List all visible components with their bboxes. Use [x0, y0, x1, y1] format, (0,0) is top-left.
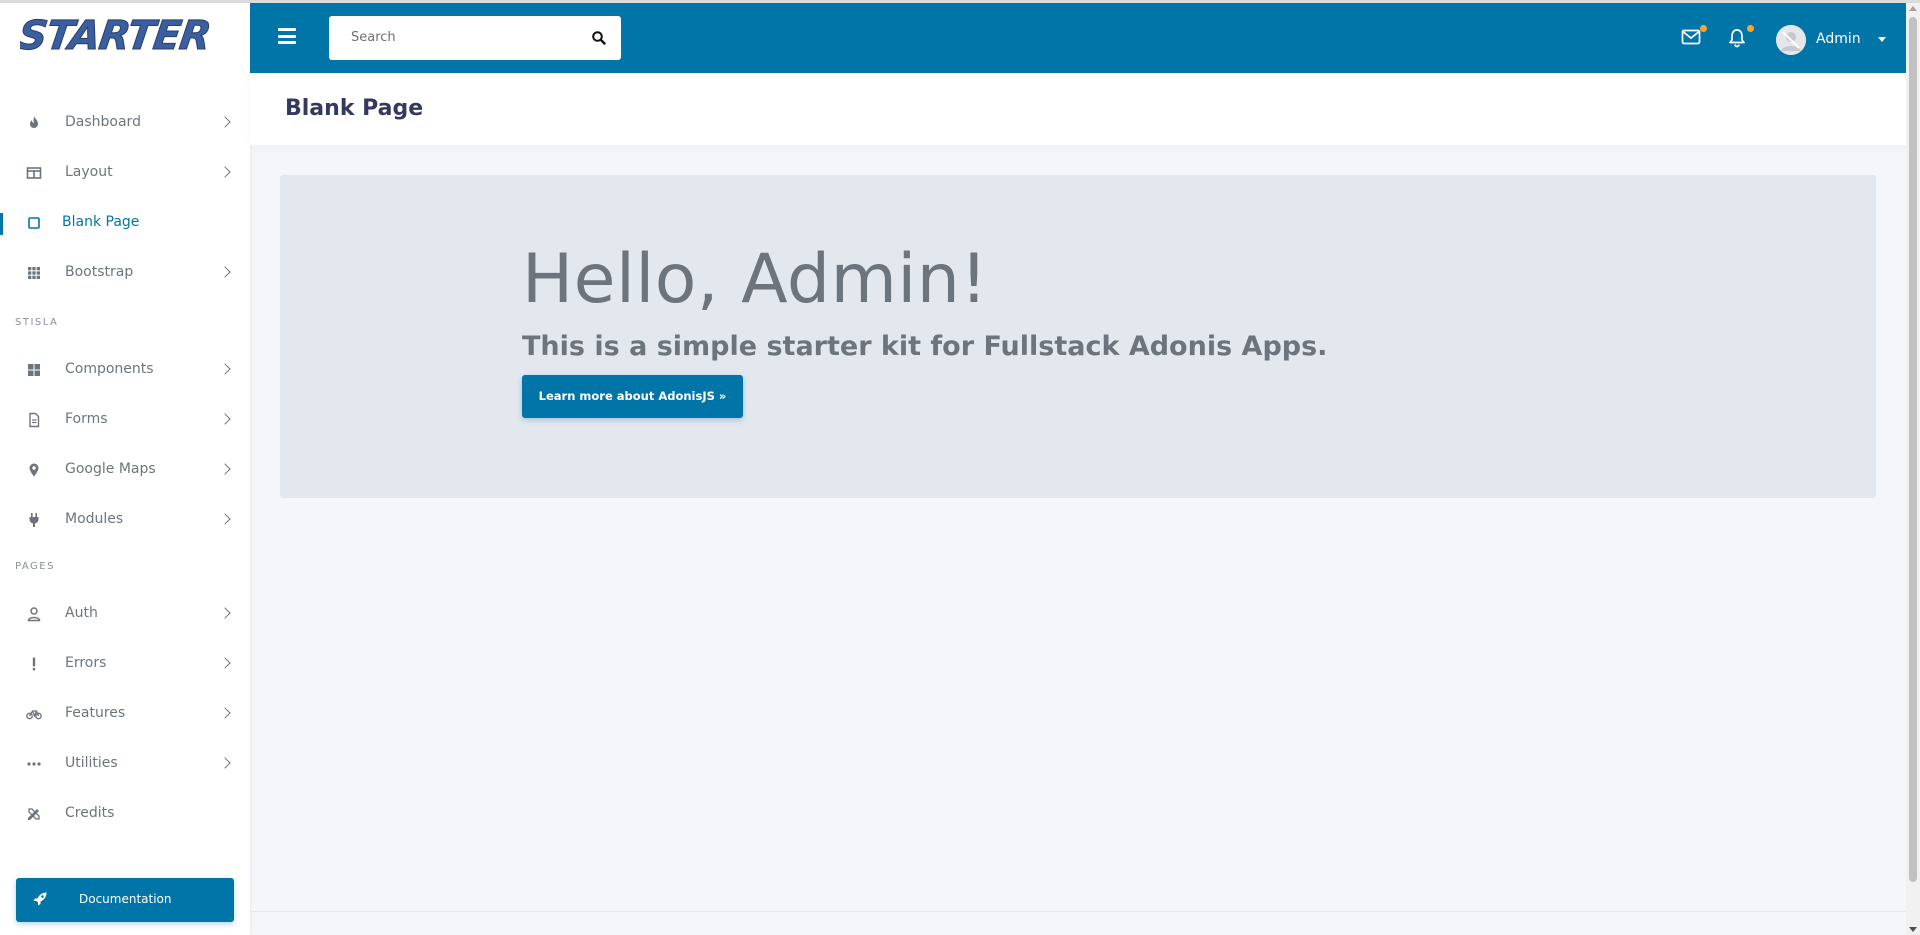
brand-logo[interactable]: STARTER: [20, 11, 230, 56]
messages-button[interactable]: [1681, 25, 1707, 48]
search-box: [329, 16, 621, 60]
plug-icon: [29, 513, 39, 527]
footer-divider: [250, 911, 1906, 912]
user-name: Admin: [1816, 31, 1861, 47]
grid-icon: [28, 267, 40, 279]
th-large-icon: [28, 364, 40, 376]
sidebar: STARTER Dashboard Layout Blank Page Boot…: [0, 3, 250, 935]
sidebar-item-label: Features: [65, 705, 126, 721]
bicycle-icon: [26, 710, 42, 720]
sidebar-item-forms[interactable]: Forms: [0, 400, 250, 440]
hamburger-icon[interactable]: [278, 28, 296, 44]
sidebar-item-blank-page[interactable]: Blank Page: [0, 203, 250, 243]
scrollbar-thumb[interactable]: [1909, 17, 1917, 882]
jumbotron-lead: This is a simple starter kit for Fullsta…: [522, 331, 1328, 362]
notifications-button[interactable]: [1728, 25, 1754, 48]
sidebar-item-label: Components: [65, 361, 154, 377]
sidebar-item-components[interactable]: Components: [0, 350, 250, 390]
chevron-right-icon: [219, 363, 231, 375]
chevron-right-icon: [219, 166, 231, 178]
top-navbar: Admin: [250, 3, 1906, 73]
chevron-right-icon: [219, 413, 231, 425]
chevron-right-icon: [219, 657, 231, 669]
envelope-icon: [1681, 29, 1701, 45]
learn-more-label: Learn more about AdonisJS »: [538, 389, 727, 403]
columns-icon: [26, 167, 42, 179]
section-header: Blank Page: [250, 73, 1906, 145]
square-icon: [28, 217, 40, 229]
chevron-right-icon: [219, 757, 231, 769]
jumbotron-heading: Hello, Admin!: [522, 240, 989, 319]
search-input[interactable]: [349, 29, 583, 46]
rocket-icon: [33, 892, 47, 906]
sidebar-item-auth[interactable]: Auth: [0, 594, 250, 634]
fire-icon: [30, 116, 38, 128]
notification-dot: [1700, 25, 1707, 32]
sidebar-item-label: Blank Page: [62, 214, 140, 230]
user-icon: [27, 607, 41, 622]
page-title: Blank Page: [285, 96, 424, 121]
sidebar-item-label: Utilities: [65, 755, 118, 771]
sidebar-item-label: Errors: [65, 655, 107, 671]
caret-down-icon: [1878, 37, 1886, 42]
sidebar-item-label: Layout: [65, 164, 113, 180]
documentation-button[interactable]: Documentation: [16, 878, 234, 922]
sidebar-item-google-maps[interactable]: Google Maps: [0, 450, 250, 490]
jumbotron: Hello, Admin! This is a simple starter k…: [280, 175, 1876, 498]
notification-dot: [1747, 25, 1754, 32]
scroll-down-arrow-icon[interactable]: [1909, 927, 1917, 932]
active-indicator: [0, 213, 3, 235]
sidebar-item-label: Credits: [65, 805, 115, 821]
sidebar-item-label: Forms: [65, 411, 108, 427]
sidebar-item-layout[interactable]: Layout: [0, 153, 250, 193]
avatar: [1776, 25, 1806, 55]
search-icon[interactable]: [591, 30, 607, 46]
scroll-up-arrow-icon[interactable]: [1909, 6, 1917, 11]
ellipsis-icon: [27, 762, 41, 766]
chevron-right-icon: [219, 707, 231, 719]
menu-header-stisla: STISLA: [15, 317, 59, 328]
chevron-right-icon: [219, 463, 231, 475]
sidebar-item-label: Google Maps: [65, 461, 156, 477]
file-icon: [29, 412, 40, 428]
sidebar-item-label: Auth: [65, 605, 98, 621]
chevron-right-icon: [219, 116, 231, 128]
svg-text:STARTER: STARTER: [20, 13, 213, 56]
page-scrollbar[interactable]: [1906, 3, 1920, 935]
sidebar-item-dashboard[interactable]: Dashboard: [0, 103, 250, 143]
map-marker-icon: [29, 463, 39, 477]
sidebar-item-utilities[interactable]: Utilities: [0, 744, 250, 784]
sidebar-item-label: Modules: [65, 511, 124, 527]
sidebar-item-credits[interactable]: Credits: [0, 794, 250, 834]
avatar-placeholder-icon: [1776, 25, 1806, 55]
exclamation-icon: [32, 657, 36, 671]
bell-icon: [1729, 29, 1745, 48]
chevron-right-icon: [219, 513, 231, 525]
sidebar-item-errors[interactable]: Errors: [0, 644, 250, 684]
sidebar-item-label: Dashboard: [65, 114, 141, 130]
sidebar-item-modules[interactable]: Modules: [0, 500, 250, 540]
learn-more-button[interactable]: Learn more about AdonisJS »: [522, 375, 743, 418]
sidebar-item-bootstrap[interactable]: Bootstrap: [0, 253, 250, 293]
menu-header-pages: PAGES: [15, 561, 55, 572]
sidebar-item-features[interactable]: Features: [0, 694, 250, 734]
sidebar-item-label: Bootstrap: [65, 264, 134, 280]
documentation-label: Documentation: [79, 892, 172, 906]
pencil-ruler-icon: [28, 808, 40, 820]
chevron-right-icon: [219, 266, 231, 278]
chevron-right-icon: [219, 607, 231, 619]
